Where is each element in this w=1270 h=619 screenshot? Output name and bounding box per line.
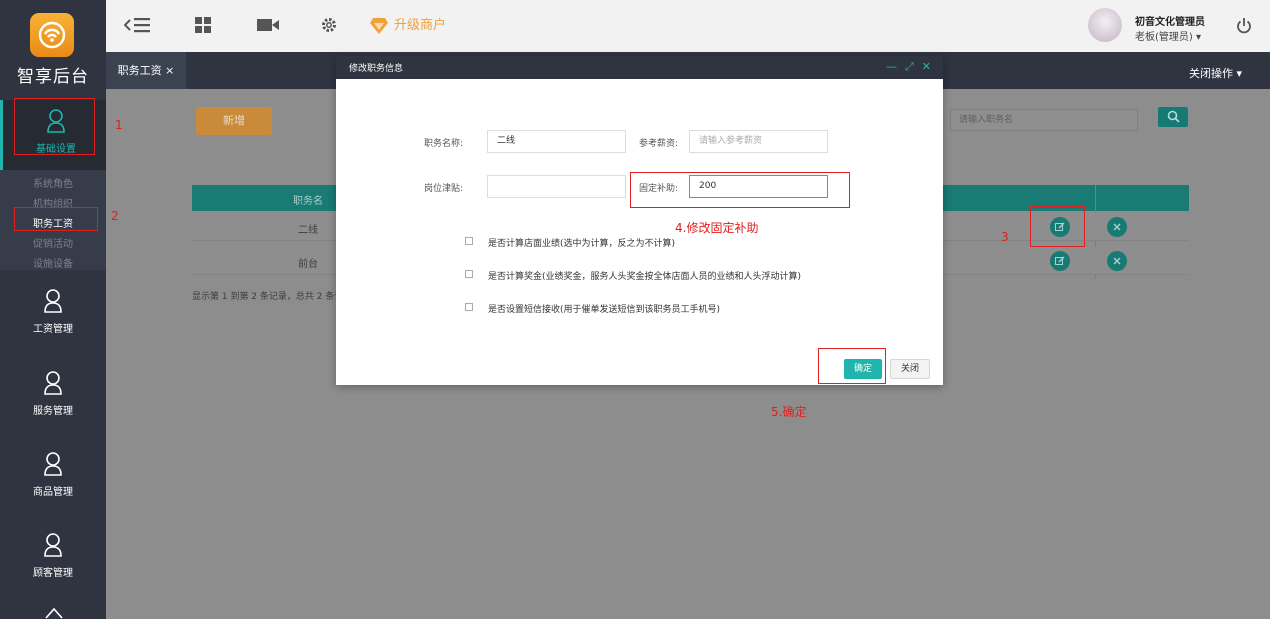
grid-icon[interactable] (194, 16, 212, 34)
post-allowance-input[interactable] (487, 175, 626, 198)
subnav-item-roles[interactable]: 系统角色 (33, 175, 73, 190)
close-ops-label: 关闭操作 (1188, 67, 1233, 80)
upgrade-merchant-link[interactable]: 升级商户 (369, 14, 446, 35)
sidebar-item-salary[interactable]: 工资管理 (0, 280, 106, 350)
checkbox-label: 是否设置短信接收(用于催单发送短信到该职务员工手机号) (488, 305, 721, 315)
brand-name: 智享后台 (17, 67, 89, 87)
annotation-box-4 (630, 172, 850, 208)
upgrade-label: 升级商户 (394, 18, 447, 33)
sidebar-item-label: 工资管理 (33, 324, 73, 335)
user-icon (44, 371, 62, 395)
post-allowance-label: 岗位津贴: (424, 184, 464, 194)
annotation-number-1: 1 (115, 118, 123, 132)
annotation-label-5: 5.确定 (771, 405, 807, 419)
power-icon[interactable] (1236, 17, 1252, 35)
user-role: 老板(管理员) (1135, 32, 1193, 43)
close-icon[interactable]: ✕ (922, 60, 931, 73)
row-name: 二线 (298, 225, 318, 236)
position-name-label: 职务名称: (424, 139, 464, 149)
checkbox-label: 是否计算奖金(业绩奖金，服务人头奖金按全体店面人员的业绩和人头浮动计算) (488, 272, 802, 282)
search-button[interactable] (1158, 107, 1188, 127)
sidebar-item-goods[interactable]: 商品管理 (0, 443, 106, 513)
sidebar-item-label: 服务管理 (33, 406, 73, 417)
annotation-box-3 (1030, 206, 1085, 247)
minimize-icon[interactable]: — (886, 60, 897, 73)
close-button[interactable]: 关闭 (890, 359, 930, 379)
column-header-name: 职务名 (293, 196, 323, 207)
video-icon[interactable] (256, 16, 280, 34)
sidebar-item-customer[interactable]: 顾客管理 (0, 524, 106, 594)
close-operations-dropdown[interactable]: 关闭操作 ▾ (1189, 65, 1242, 81)
sidebar-item-service[interactable]: 服务管理 (0, 362, 106, 432)
position-name-input[interactable]: 二线 (487, 130, 626, 153)
avatar[interactable] (1088, 8, 1122, 42)
subnav-item-equipment[interactable]: 设施设备 (33, 255, 73, 270)
user-icon (44, 452, 62, 476)
edit-button[interactable] (1050, 251, 1070, 271)
checkbox-sms[interactable] (465, 303, 473, 311)
annotation-label-4: 4.修改固定补助 (675, 221, 759, 235)
checkbox-bonus[interactable] (465, 270, 473, 278)
annotation-box-2 (14, 207, 98, 231)
maximize-icon[interactable]: ⤢ (905, 60, 914, 73)
delete-button[interactable] (1107, 217, 1127, 237)
annotation-box-1 (14, 98, 95, 155)
checkbox-label: 是否计算店面业绩(选中为计算，反之为不计算) (488, 239, 676, 249)
edit-icon (1055, 256, 1065, 265)
dialog-title: 修改职务信息 (349, 64, 404, 74)
user-icon (44, 289, 62, 313)
sidebar: 智享后台 基础设置 系统角色 机构组织 职务工资 促销活动 设施设备 工资管理 … (0, 0, 106, 619)
add-button[interactable]: 新增 (196, 107, 272, 135)
topbar: 升级商户 初音文化管理员 老板(管理员) ▾ (106, 0, 1270, 52)
reference-salary-label: 参考薪资: (639, 139, 679, 149)
subnav-item-promotion[interactable]: 促销活动 (33, 235, 73, 250)
user-name: 初音文化管理员 (1135, 17, 1205, 28)
gear-icon[interactable] (320, 16, 338, 34)
menu-collapse-icon[interactable] (124, 16, 152, 34)
tab-position-salary[interactable]: 职务工资 × (106, 52, 186, 89)
wifi-logo-icon (30, 13, 74, 57)
reference-salary-input[interactable]: 请输入参考薪资 (689, 130, 828, 153)
pagination-info: 显示第 1 到第 2 条记录，总共 2 条记 (192, 292, 344, 302)
row-name: 前台 (298, 259, 318, 270)
search-input[interactable]: 请输入职务名 (950, 109, 1138, 131)
search-icon (1167, 110, 1180, 123)
checkbox-store-performance[interactable] (465, 237, 473, 245)
annotation-number-3: 3 (1001, 230, 1009, 244)
dialog-header: 修改职务信息 — ⤢ ✕ (336, 56, 943, 79)
annotation-box-5 (818, 348, 886, 384)
edit-position-dialog: 修改职务信息 — ⤢ ✕ 职务名称: 二线 参考薪资: 请输入参考薪资 岗位津贴: … (336, 56, 943, 385)
user-role-dropdown[interactable]: 老板(管理员) ▾ (1135, 28, 1201, 43)
close-icon (1113, 223, 1121, 231)
delete-button[interactable] (1107, 251, 1127, 271)
home-icon[interactable] (44, 606, 64, 619)
annotation-number-2: 2 (111, 209, 119, 223)
diamond-icon (370, 17, 388, 34)
sidebar-item-label: 商品管理 (33, 487, 73, 498)
user-icon (44, 533, 62, 557)
sidebar-item-label: 顾客管理 (33, 568, 73, 579)
close-icon (1113, 257, 1121, 265)
